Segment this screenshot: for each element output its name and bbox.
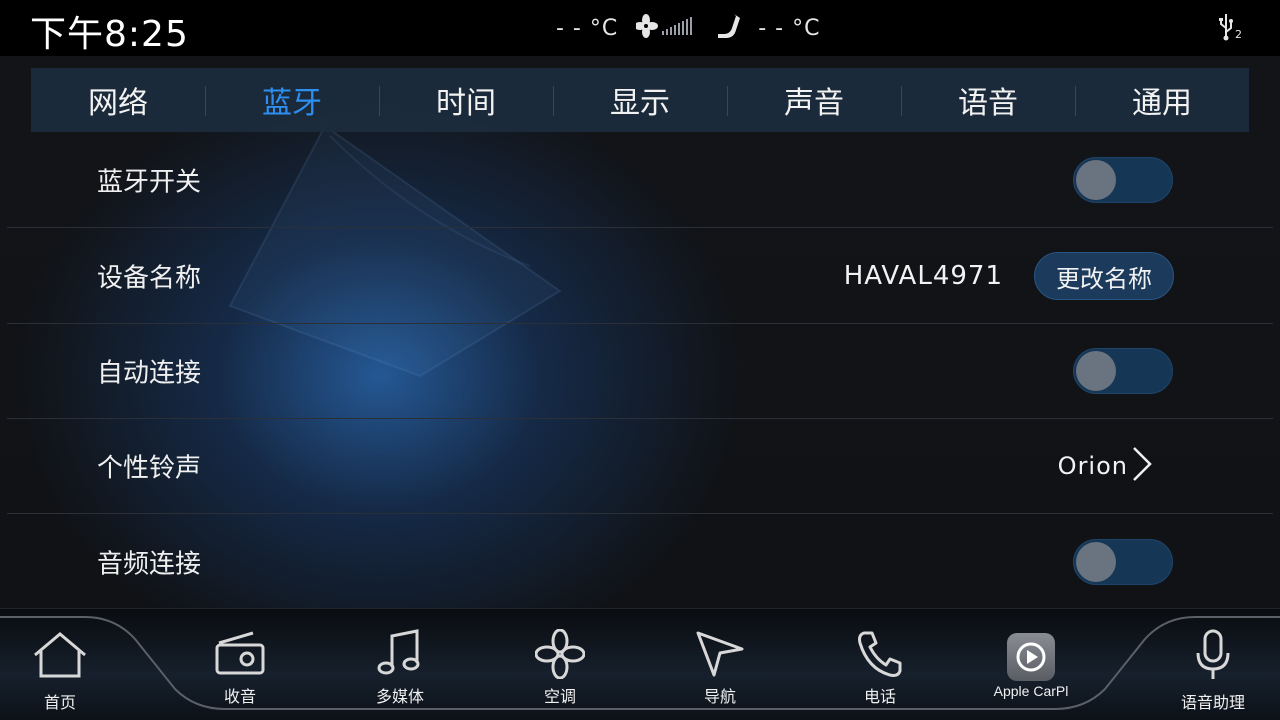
seat-icon: [716, 12, 744, 44]
usb-status: 2: [1218, 12, 1244, 46]
home-icon: [31, 631, 89, 683]
dock-navigation-label: 导航: [703, 687, 736, 706]
usb-badge: 2: [1235, 28, 1242, 41]
dock-climate-label: 空调: [543, 687, 576, 706]
temp-left: - - °C: [556, 15, 619, 41]
dock-climate[interactable]: 空调: [500, 609, 620, 720]
auto-connect-toggle[interactable]: [1073, 348, 1173, 394]
dock-navigation[interactable]: 导航: [660, 609, 780, 720]
settings-panel: 网络 蓝牙 时间 显示 声音 语音 通用 蓝牙开关 设备名称 HAVAL4971…: [0, 56, 1280, 608]
device-name-row: 设备名称 HAVAL4971 更改名称: [7, 229, 1273, 324]
dock-voice-assistant-label: 语音助理: [1180, 693, 1245, 712]
chevron-right-icon[interactable]: [1131, 446, 1153, 486]
clock: 下午8:25: [30, 14, 189, 55]
carplay-icon: [1007, 633, 1055, 681]
settings-tabs: 网络 蓝牙 时间 显示 声音 语音 通用: [31, 68, 1249, 132]
bluetooth-switch-label: 蓝牙开关: [97, 167, 202, 198]
tab-sound[interactable]: 声音: [727, 68, 901, 132]
tab-general[interactable]: 通用: [1075, 68, 1249, 132]
tab-display[interactable]: 显示: [553, 68, 727, 132]
status-bar: 下午8:25 - - °C - - °C 2: [0, 0, 1280, 56]
dock-home[interactable]: 首页: [0, 609, 120, 720]
dock-radio-label: 收音: [223, 687, 256, 706]
dock-voice-assistant[interactable]: 语音助理: [1153, 609, 1273, 720]
dock-phone[interactable]: 电话: [820, 609, 940, 720]
phone-icon: [854, 629, 906, 683]
auto-connect-label: 自动连接: [97, 358, 202, 389]
ringtone-label: 个性铃声: [97, 453, 202, 484]
dock-radio[interactable]: 收音: [180, 609, 300, 720]
audio-connect-label: 音频连接: [97, 549, 202, 579]
bluetooth-switch-toggle[interactable]: [1073, 157, 1173, 203]
rename-button[interactable]: 更改名称: [1034, 252, 1174, 300]
dock-media[interactable]: 多媒体: [340, 609, 460, 720]
audio-connect-toggle[interactable]: [1073, 538, 1173, 585]
toggle-knob: [1076, 160, 1116, 200]
device-name-value: HAVAL4971: [843, 261, 1003, 291]
auto-connect-row: 自动连接: [7, 324, 1273, 419]
dock-carplay-label: Apple CarPl: [993, 683, 1069, 699]
dock-home-label: 首页: [43, 693, 76, 712]
toggle-knob: [1076, 541, 1116, 582]
tab-network[interactable]: 网络: [31, 68, 205, 132]
navigation-arrow-icon: [694, 629, 746, 683]
fan-icon: [634, 13, 696, 43]
ringtone-value: Orion: [1057, 452, 1128, 480]
music-note-icon: [375, 627, 425, 681]
microphone-icon: [1193, 629, 1233, 685]
tab-bluetooth[interactable]: 蓝牙: [205, 68, 379, 132]
dock-media-label: 多媒体: [375, 687, 424, 706]
climate-status: - - °C - - °C: [556, 12, 820, 44]
bottom-dock: 首页 收音 多媒体 空调 导航 电话 Apple CarPl 语音助理: [0, 608, 1280, 720]
tab-voice[interactable]: 语音: [901, 68, 1075, 132]
bluetooth-switch-row: 蓝牙开关: [7, 133, 1273, 228]
dock-carplay[interactable]: Apple CarPl: [971, 609, 1091, 720]
audio-connect-row: 音频连接: [7, 514, 1273, 608]
device-name-label: 设备名称: [97, 263, 202, 294]
toggle-knob: [1076, 351, 1116, 391]
fan-icon: [534, 628, 586, 683]
ringtone-row[interactable]: 个性铃声 Orion: [7, 419, 1273, 514]
temp-right: - - °C: [758, 15, 821, 41]
tab-time[interactable]: 时间: [379, 68, 553, 132]
dock-phone-label: 电话: [863, 687, 896, 706]
radio-icon: [213, 629, 267, 681]
